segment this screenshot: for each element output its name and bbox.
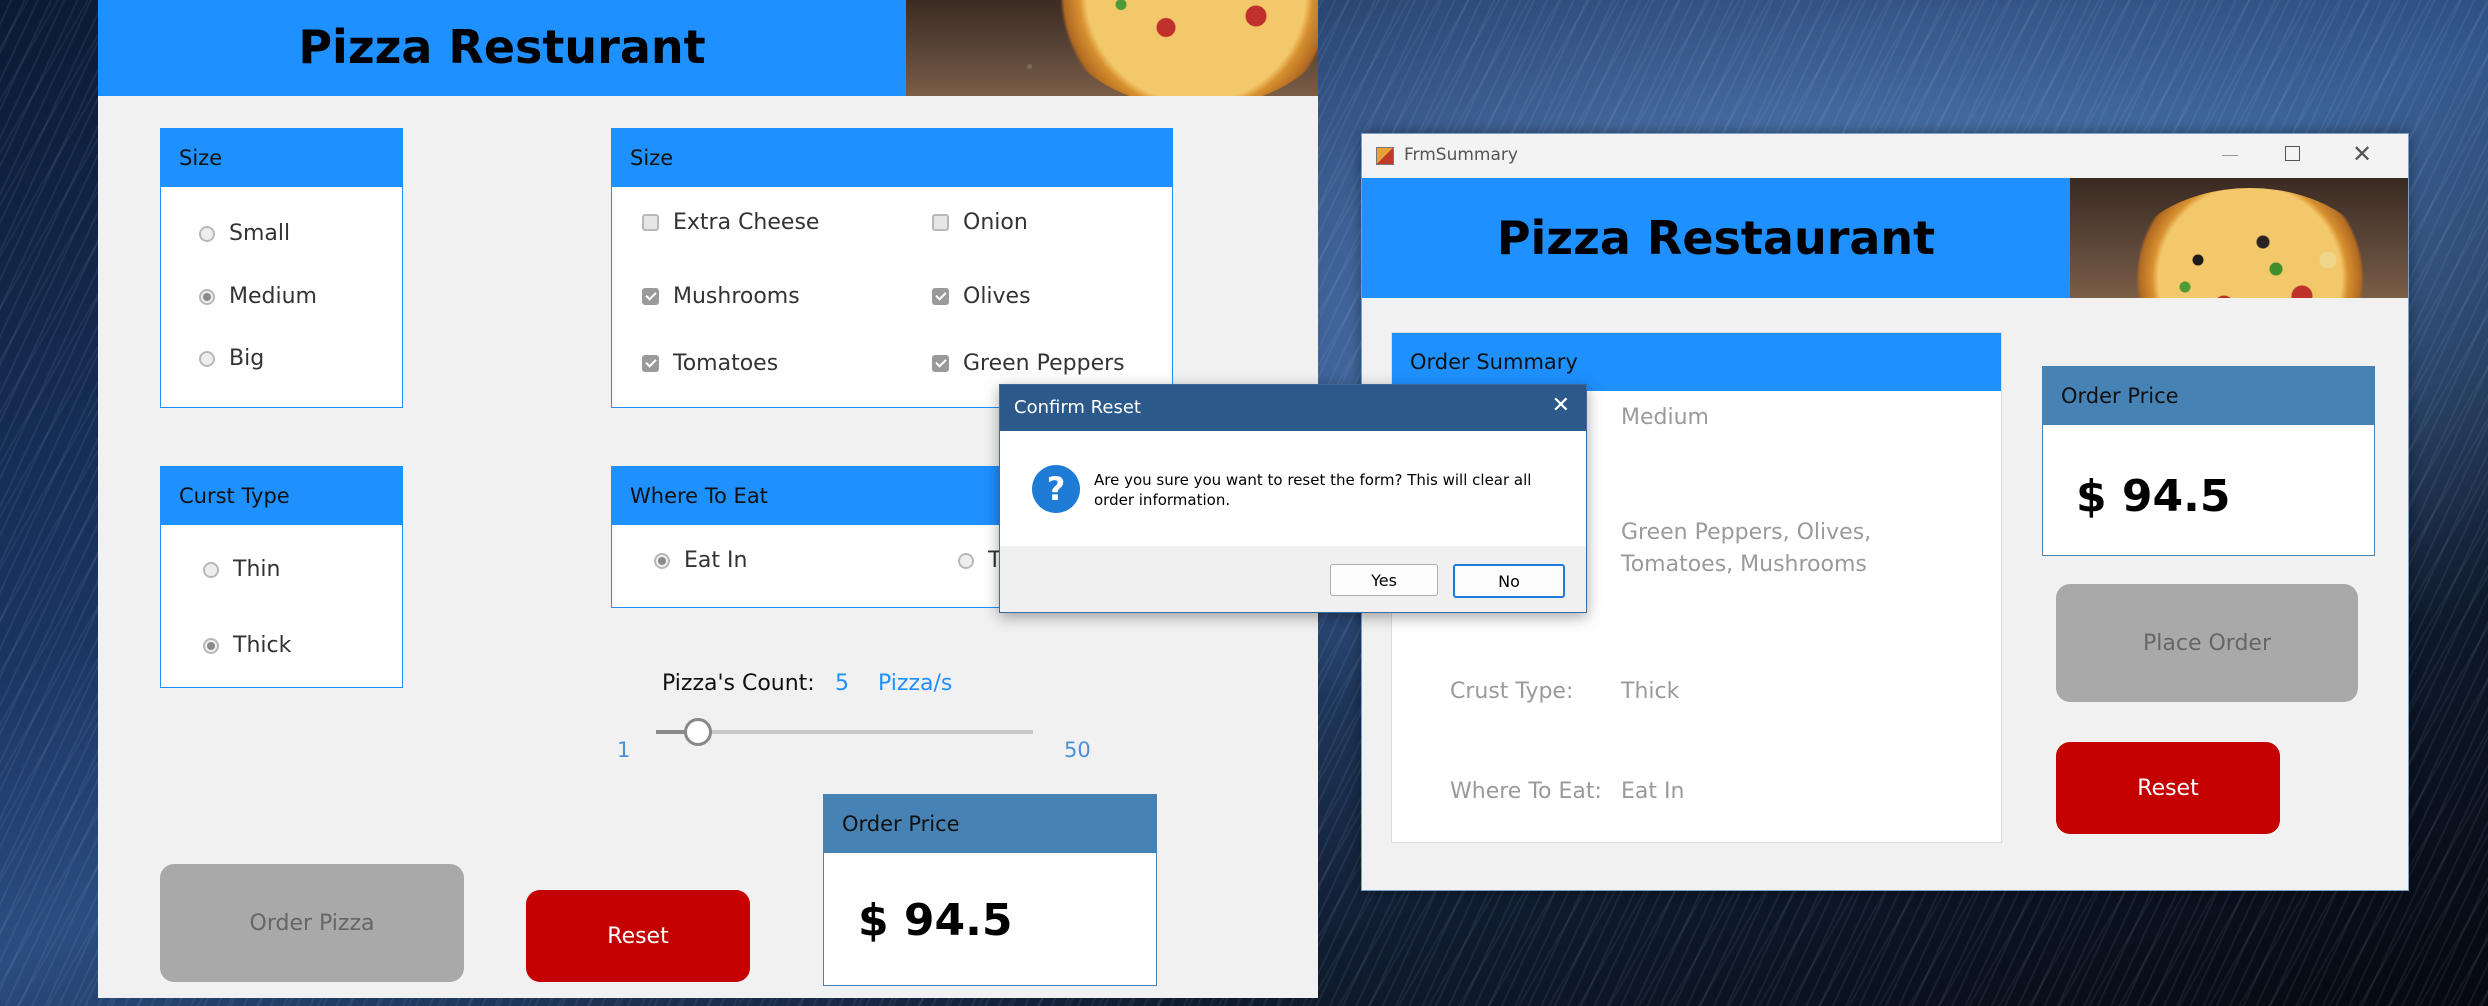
eat-in-radio[interactable]: Eat In — [654, 548, 747, 573]
radio-icon — [199, 225, 215, 242]
main-header-banner: Pizza Resturant — [98, 0, 906, 96]
order-price-value: $ 94.5 — [858, 895, 1013, 946]
radio-label: Thin — [233, 557, 281, 582]
no-button[interactable]: No — [1453, 564, 1565, 598]
radio-icon — [199, 350, 215, 367]
toppings-group: Size Extra Cheese Onion Mushrooms Olives… — [611, 128, 1173, 408]
summary-toppings-value-1: Green Peppers, Olives, — [1621, 520, 1872, 545]
dialog-button-bar: Yes No — [1000, 546, 1586, 612]
summary-size-value: Medium — [1621, 405, 1709, 430]
summary-price-header: Order Price — [2043, 367, 2374, 425]
summary-crust-label: Crust Type: — [1450, 679, 1574, 704]
checkbox-label: Onion — [963, 210, 1028, 235]
summary-title: Pizza Restaurant — [1496, 211, 1936, 265]
checkbox-icon — [642, 214, 659, 231]
radio-label: Medium — [229, 284, 317, 309]
onion-checkbox[interactable]: Onion — [932, 210, 1028, 235]
pizza-count-unit: Pizza/s — [878, 671, 953, 696]
radio-icon — [958, 552, 974, 569]
radio-selected-icon — [199, 288, 215, 305]
checkbox-checked-icon — [932, 288, 949, 305]
slider-min-label: 1 — [617, 738, 631, 762]
extra-cheese-checkbox[interactable]: Extra Cheese — [642, 210, 819, 235]
checkbox-checked-icon — [642, 288, 659, 305]
pizza-count-value: 5 — [835, 671, 849, 696]
size-small-radio[interactable]: Small — [199, 221, 290, 246]
maximize-icon[interactable] — [2285, 146, 2300, 161]
checkbox-label: Olives — [963, 284, 1031, 309]
radio-selected-icon — [654, 552, 670, 569]
toppings-group-header: Size — [612, 129, 1172, 187]
size-big-radio[interactable]: Big — [199, 346, 264, 371]
size-group: Size Small Medium Big — [160, 128, 403, 408]
app-icon — [1376, 147, 1394, 165]
checkbox-checked-icon — [932, 355, 949, 372]
summary-pizza-image — [2070, 178, 2408, 298]
question-icon: ? — [1032, 465, 1080, 513]
summary-where-value: Eat In — [1621, 779, 1685, 804]
crust-thick-radio[interactable]: Thick — [203, 633, 291, 658]
radio-label: Eat In — [684, 548, 748, 573]
order-summary-header: Order Summary — [1392, 333, 2001, 391]
checkbox-label: Mushrooms — [673, 284, 800, 309]
confirm-reset-dialog: Confirm Reset ✕ ? Are you sure you want … — [999, 384, 1587, 613]
radio-label: Big — [229, 346, 265, 371]
summary-where-label: Where To Eat: — [1450, 779, 1602, 804]
size-medium-radio[interactable]: Medium — [199, 284, 317, 309]
place-order-button[interactable]: Place Order — [2056, 584, 2358, 702]
pizza-count-slider[interactable] — [656, 718, 1033, 748]
checkbox-label: Green Peppers — [963, 351, 1125, 376]
radio-label: Thick — [233, 633, 292, 658]
mushrooms-checkbox[interactable]: Mushrooms — [642, 284, 800, 309]
checkbox-label: Extra Cheese — [673, 210, 820, 235]
close-icon[interactable]: ✕ — [2352, 140, 2372, 168]
dialog-message-line-2: order information. — [1094, 491, 1231, 509]
order-price-header: Order Price — [824, 795, 1156, 853]
summary-price-box: Order Price $ 94.5 — [2042, 366, 2375, 556]
tomatoes-checkbox[interactable]: Tomatoes — [642, 351, 778, 376]
size-group-header: Size — [161, 129, 402, 187]
minimize-icon[interactable] — [2222, 155, 2238, 156]
window-title: FrmSummary — [1404, 145, 1518, 165]
slider-track — [656, 730, 1033, 734]
summary-toppings-value-2: Tomatoes, Mushrooms — [1621, 552, 1867, 577]
order-price-box: Order Price $ 94.5 — [823, 794, 1157, 986]
crust-group-header: Curst Type — [161, 467, 402, 525]
pizza-count-label: Pizza's Count: — [662, 671, 815, 696]
crust-thin-radio[interactable]: Thin — [203, 557, 280, 582]
summary-header-banner: Pizza Restaurant — [1362, 178, 2070, 298]
radio-icon — [203, 561, 219, 578]
summary-crust-value: Thick — [1621, 679, 1680, 704]
slider-max-label: 50 — [1064, 738, 1091, 762]
summary-reset-button[interactable]: Reset — [2056, 742, 2280, 834]
dialog-titlebar: Confirm Reset ✕ — [1000, 385, 1586, 431]
takeout-radio[interactable]: T — [958, 548, 1001, 573]
summary-price-value: $ 94.5 — [2076, 471, 2231, 522]
yes-button[interactable]: Yes — [1330, 564, 1438, 596]
dialog-title: Confirm Reset — [1014, 397, 1141, 418]
checkbox-label: Tomatoes — [673, 351, 779, 376]
reset-button[interactable]: Reset — [526, 890, 750, 982]
olives-checkbox[interactable]: Olives — [932, 284, 1031, 309]
crust-type-group: Curst Type Thin Thick — [160, 466, 403, 688]
green-peppers-checkbox[interactable]: Green Peppers — [932, 351, 1125, 376]
dialog-message-line-1: Are you sure you want to reset the form?… — [1094, 471, 1532, 489]
checkbox-checked-icon — [642, 355, 659, 372]
radio-label: Small — [229, 221, 291, 246]
page-title: Pizza Resturant — [298, 20, 706, 74]
checkbox-icon — [932, 214, 949, 231]
pizza-header-image — [906, 0, 1318, 96]
summary-titlebar: FrmSummary ✕ — [1362, 134, 2408, 178]
dialog-close-icon[interactable]: ✕ — [1552, 393, 1570, 418]
slider-thumb[interactable] — [684, 718, 712, 746]
order-pizza-button[interactable]: Order Pizza — [160, 864, 464, 982]
radio-selected-icon — [203, 637, 219, 654]
